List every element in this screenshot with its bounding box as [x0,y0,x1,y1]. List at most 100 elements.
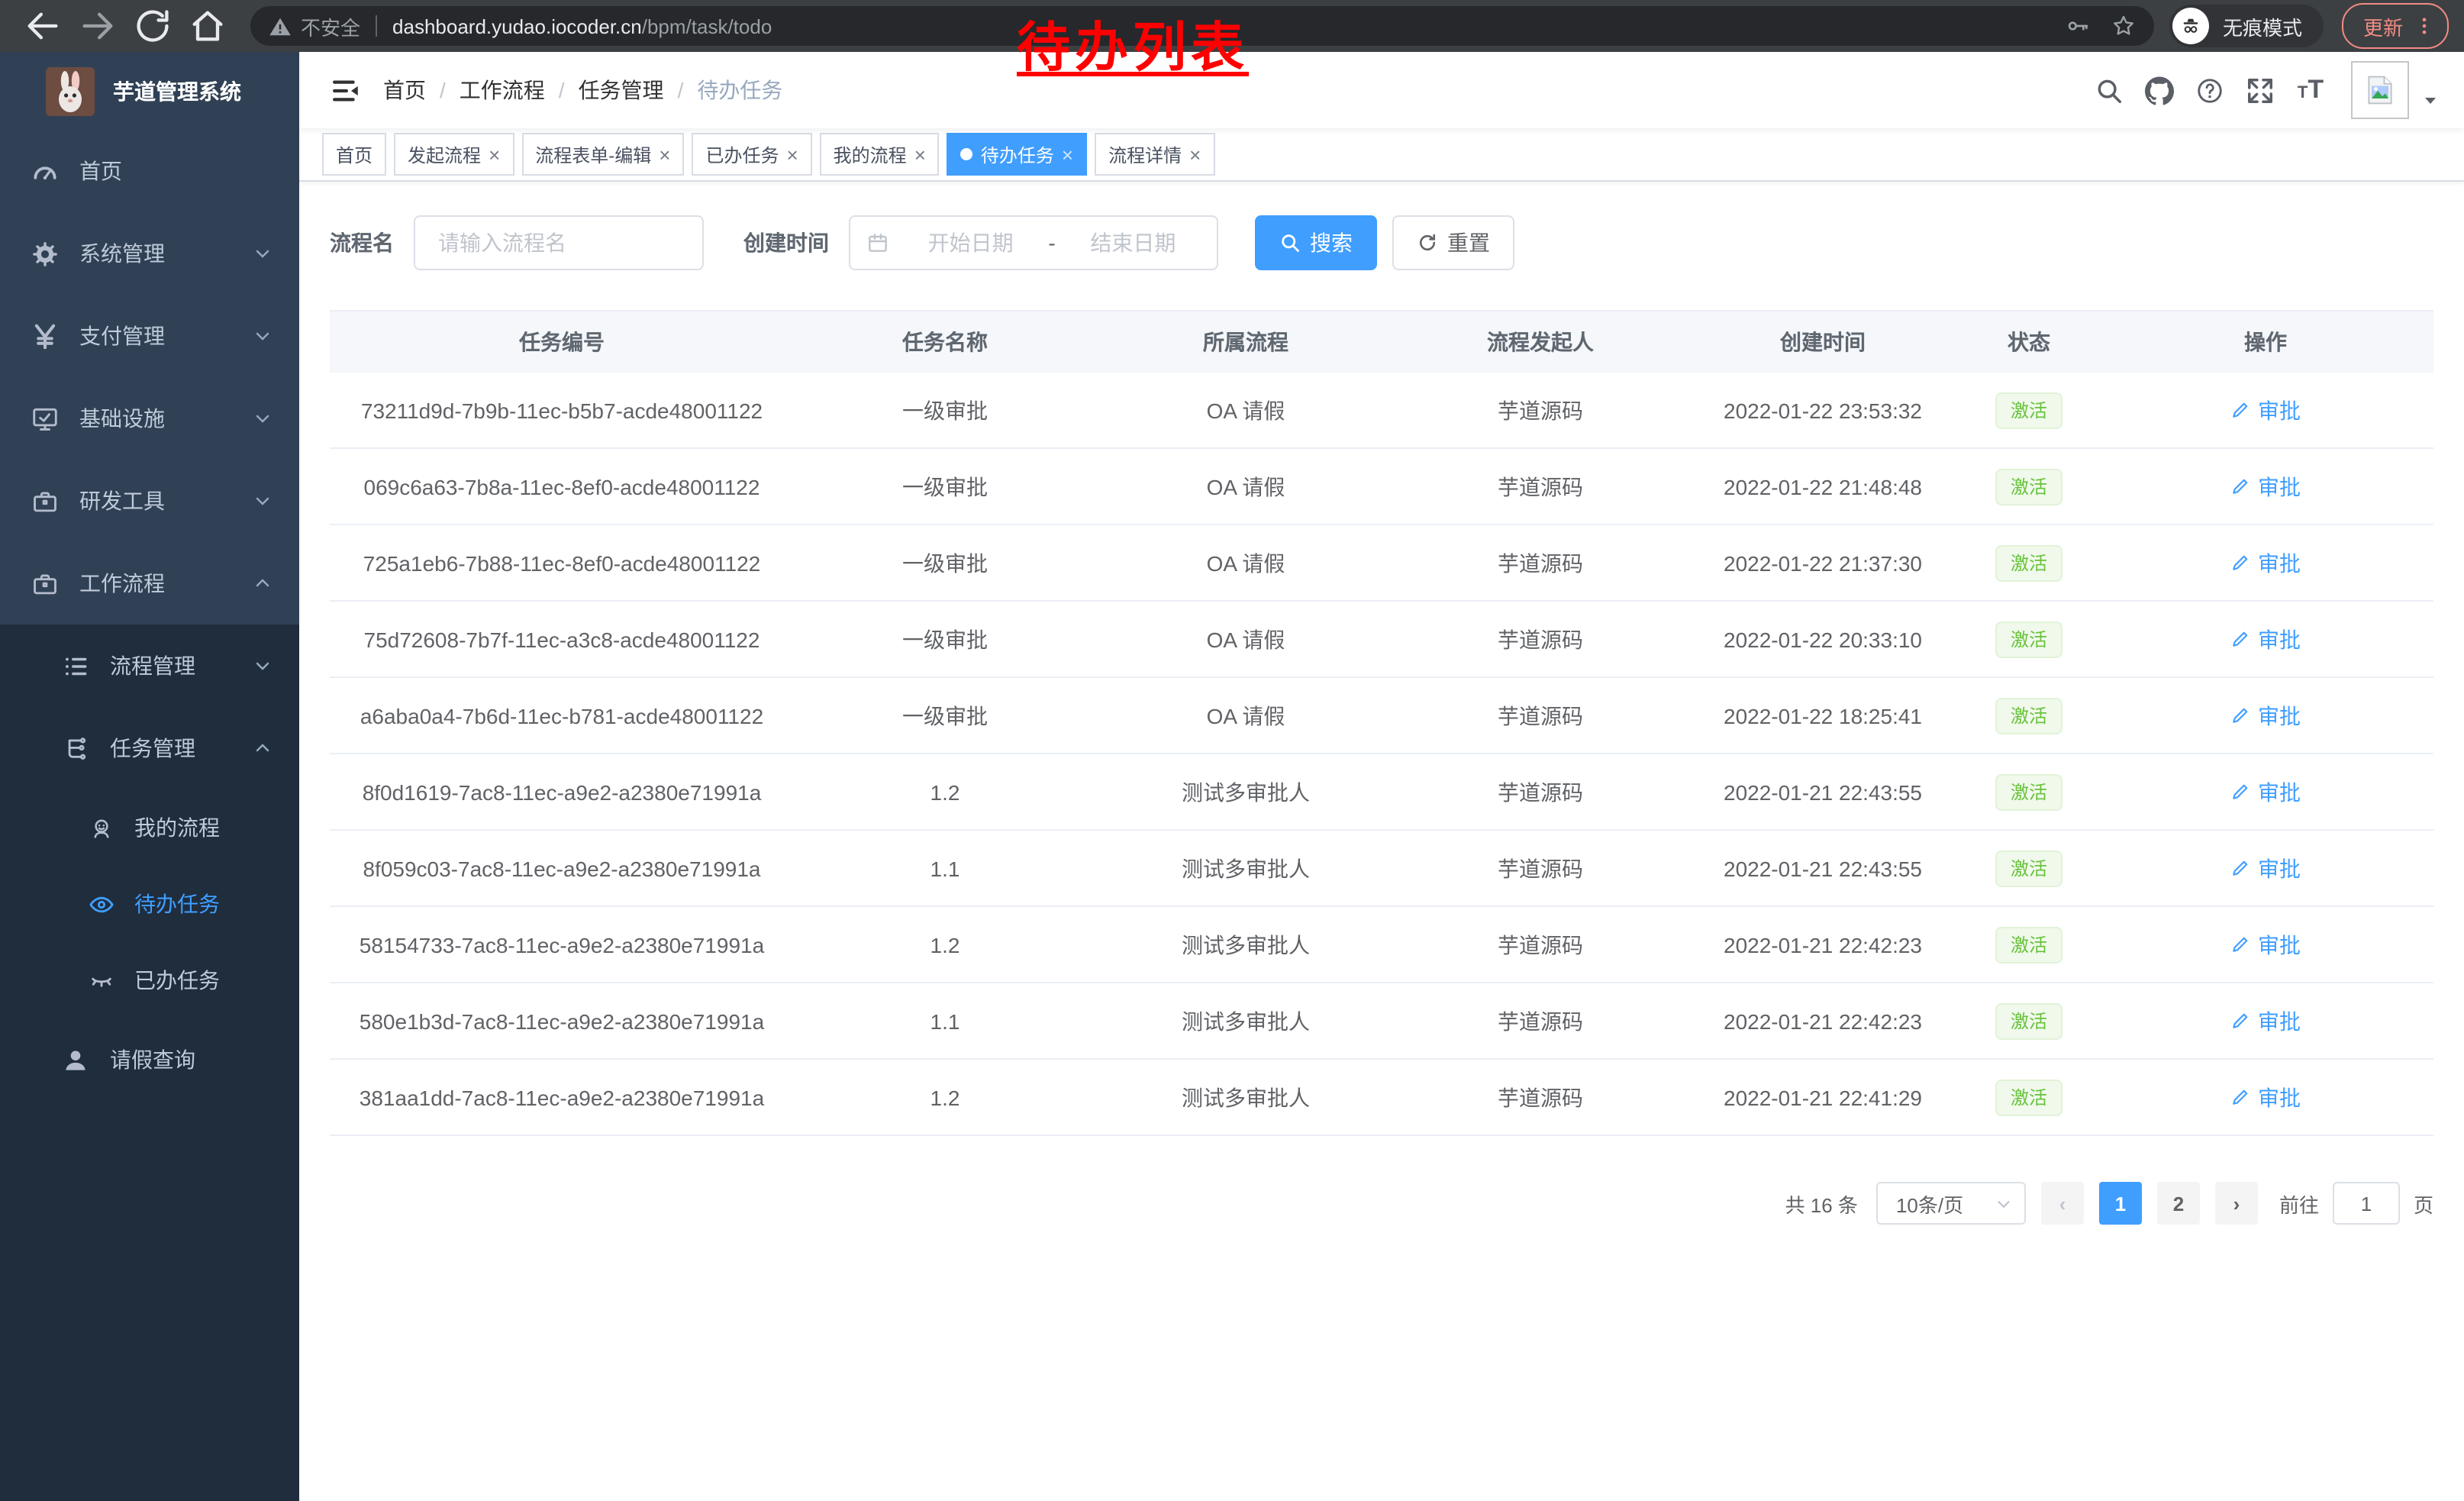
approve-label: 审批 [2258,624,2301,654]
tab-todo-tasks[interactable]: 待办任务 × [947,133,1087,176]
approve-button[interactable]: 审批 [2230,929,2301,960]
process-cell: 测试多审批人 [1096,1006,1395,1036]
tab-done-tasks[interactable]: 已办任务 × [692,133,811,176]
font-size-icon[interactable]: TT [2285,75,2336,105]
tab-process-detail[interactable]: 流程详情 × [1095,133,1214,176]
search-button[interactable]: 搜索 [1255,215,1377,270]
sidebar: 芋道管理系统 首页 系统管理 支付管理 [0,52,299,1501]
starter-cell: 芋道源码 [1395,929,1685,960]
page-button-1[interactable]: 1 [2099,1182,2142,1225]
approve-button[interactable]: 审批 [2230,1006,2301,1036]
pencil-icon [2230,858,2250,878]
browser-reload-button[interactable] [133,6,173,46]
browser-home-button[interactable] [188,6,227,46]
page-button-2[interactable]: 2 [2157,1182,2200,1225]
process-name-input[interactable] [414,215,704,270]
not-secure-warning-icon[interactable] [269,15,292,37]
user-avatar[interactable] [2351,61,2409,119]
approve-button[interactable]: 审批 [2230,395,2301,425]
annotation-text: 待办列表 [1017,5,1249,82]
sidebar-item-label: 已办任务 [134,965,220,996]
task-name-cell: 一级审批 [794,471,1096,502]
close-icon[interactable]: × [914,144,926,164]
status-cell: 激活 [1960,1002,2098,1039]
pencil-icon [2230,476,2250,496]
sidebar-item-todo-tasks[interactable]: 待办任务 [0,866,299,942]
goto-page-input[interactable] [2333,1182,2400,1225]
approve-button[interactable]: 审批 [2230,547,2301,578]
date-range-picker[interactable]: 开始日期 - 结束日期 [849,215,1218,270]
start-date-placeholder[interactable]: 开始日期 [902,228,1039,258]
starter-cell: 芋道源码 [1395,547,1685,578]
sidebar-fold-icon[interactable] [330,74,362,106]
browser-back-button[interactable] [23,6,63,46]
sidebar-item-workflow[interactable]: 工作流程 [0,542,299,625]
create-time-cell: 2022-01-21 22:43:55 [1685,780,1960,804]
breadcrumb-item[interactable]: 工作流程 [460,75,545,105]
sidebar-item-task-management[interactable]: 任务管理 [0,707,299,789]
chevron-down-icon [253,409,272,428]
sidebar-item-dev-tools[interactable]: 研发工具 [0,460,299,542]
help-icon[interactable] [2185,65,2235,115]
starter-cell: 芋道源码 [1395,624,1685,654]
close-icon[interactable]: × [1062,144,1073,164]
prev-page-button[interactable]: ‹ [2041,1182,2084,1225]
chevron-down-icon [253,244,272,263]
caret-down-icon[interactable] [2421,92,2440,110]
top-navbar: 首页 / 工作流程 / 任务管理 / 待办任务 [299,52,2464,128]
page-size-select[interactable]: 10条/页 [1876,1182,2026,1225]
browser-update-button[interactable]: 更新 [2342,3,2449,49]
approve-label: 审批 [2258,853,2301,883]
breadcrumb-item[interactable]: 首页 [383,75,426,105]
browser-menu-icon[interactable] [2414,15,2435,37]
approve-button[interactable]: 审批 [2230,700,2301,731]
reset-button[interactable]: 重置 [1392,215,1514,270]
sidebar-item-system[interactable]: 系统管理 [0,212,299,295]
update-label[interactable]: 更新 [2363,11,2403,40]
tab-home[interactable]: 首页 [322,133,386,176]
search-icon[interactable] [2084,65,2134,115]
approve-button[interactable]: 审批 [2230,776,2301,807]
chevron-up-icon [253,739,272,757]
date-separator: - [1039,231,1064,255]
sidebar-item-process-management[interactable]: 流程管理 [0,625,299,707]
bookmark-star-icon[interactable] [2111,14,2136,38]
tab-process-form-edit[interactable]: 流程表单-编辑 × [521,133,684,176]
security-label[interactable]: 不安全 [301,11,360,40]
action-cell: 审批 [2098,853,2433,883]
tab-my-process[interactable]: 我的流程 × [820,133,940,176]
task-name-cell: 一级审批 [794,547,1096,578]
approve-button[interactable]: 审批 [2230,853,2301,883]
close-icon[interactable]: × [659,144,670,164]
close-icon[interactable]: × [786,144,798,164]
tree-icon [61,734,90,763]
breadcrumb-item[interactable]: 任务管理 [579,75,664,105]
end-date-placeholder[interactable]: 结束日期 [1065,228,1201,258]
approve-button[interactable]: 审批 [2230,1082,2301,1112]
sidebar-item-label: 支付管理 [79,321,165,351]
sidebar-item-payment[interactable]: 支付管理 [0,295,299,377]
chevron-up-icon [253,574,272,592]
sidebar-item-my-process[interactable]: 我的流程 [0,789,299,866]
next-page-button[interactable]: › [2215,1182,2258,1225]
approve-button[interactable]: 审批 [2230,471,2301,502]
close-icon[interactable]: × [489,144,500,164]
pencil-icon [2230,400,2250,420]
password-key-icon[interactable] [2066,14,2090,38]
sidebar-item-infrastructure[interactable]: 基础设施 [0,377,299,460]
github-icon[interactable] [2134,65,2185,115]
browser-forward-button[interactable] [78,6,118,46]
approve-button[interactable]: 审批 [2230,624,2301,654]
fullscreen-icon[interactable] [2235,65,2285,115]
tab-start-process[interactable]: 发起流程 × [394,133,514,176]
process-cell: 测试多审批人 [1096,776,1395,807]
app-logo[interactable]: 芋道管理系统 [0,52,299,130]
sidebar-item-done-tasks[interactable]: 已办任务 [0,942,299,1018]
starter-cell: 芋道源码 [1395,1006,1685,1036]
sidebar-item-leave-query[interactable]: 请假查询 [0,1018,299,1101]
task-id-cell: 8f059c03-7ac8-11ec-a9e2-a2380e71991a [330,856,794,880]
process-cell: OA 请假 [1096,395,1395,425]
create-time-cell: 2022-01-22 21:37:30 [1685,550,1960,575]
close-icon[interactable]: × [1189,144,1201,164]
sidebar-item-home[interactable]: 首页 [0,130,299,212]
